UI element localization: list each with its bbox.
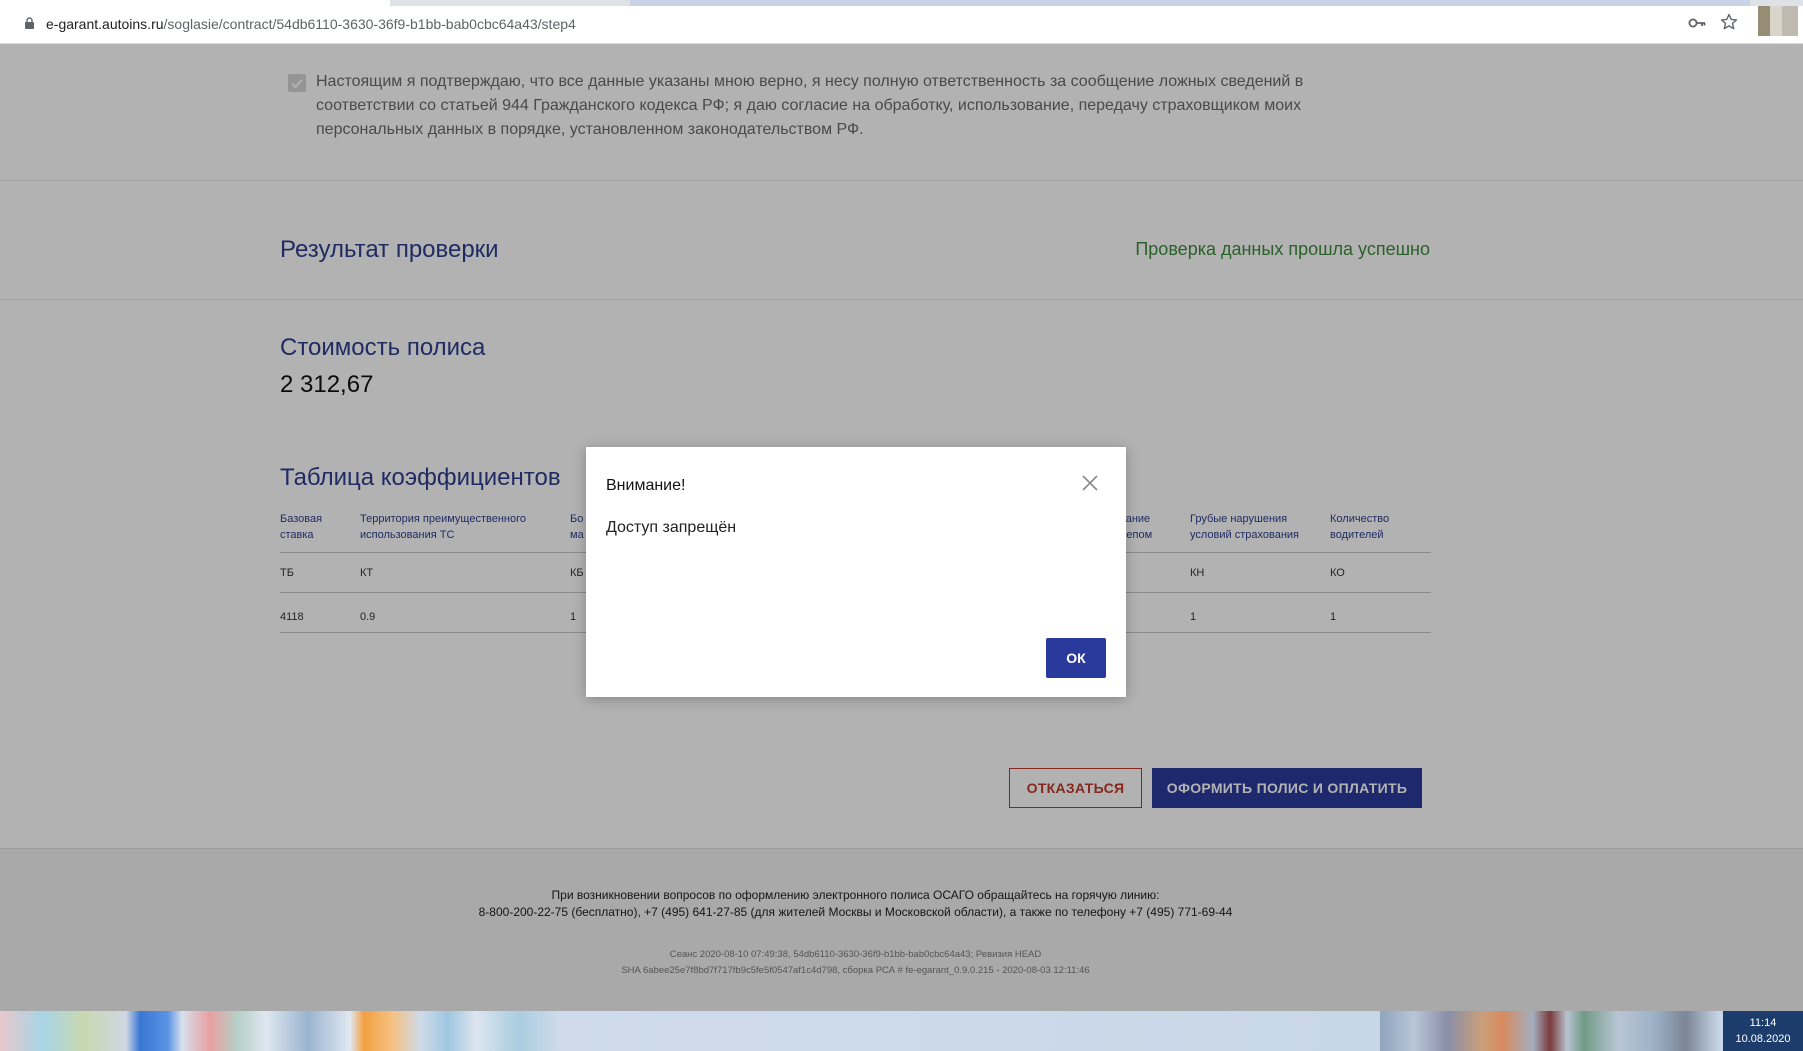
taskbar-apps[interactable] xyxy=(0,1011,1400,1051)
clock-time: 11:14 xyxy=(1749,1017,1777,1029)
close-button[interactable] xyxy=(1080,473,1100,493)
alert-dialog: Внимание! Доступ запрещён ОК xyxy=(586,447,1126,697)
url-path: /soglasie/contract/54db6110-3630-36f9-b1… xyxy=(163,16,576,32)
taskbar: 11:14 10.08.2020 xyxy=(0,1011,1803,1051)
dialog-message: Доступ запрещён xyxy=(606,519,737,536)
browser-address-bar: e-garant.autoins.ru/soglasie/contract/54… xyxy=(0,0,1803,44)
url-host: e-garant.autoins.ru xyxy=(46,16,164,32)
blurred-tab[interactable] xyxy=(630,0,1750,6)
lock-icon[interactable] xyxy=(24,17,35,29)
tab-strip xyxy=(0,0,1803,6)
system-clock[interactable]: 11:14 10.08.2020 xyxy=(1723,1011,1803,1051)
active-tab[interactable] xyxy=(0,0,390,6)
profile-avatar[interactable] xyxy=(1758,6,1798,36)
url-field[interactable]: e-garant.autoins.ru/soglasie/contract/54… xyxy=(46,16,576,32)
dialog-title: Внимание! xyxy=(606,477,686,494)
clock-date: 10.08.2020 xyxy=(1735,1033,1791,1045)
key-icon[interactable] xyxy=(1688,15,1706,31)
ok-button[interactable]: ОК xyxy=(1046,638,1106,678)
tray-icons[interactable] xyxy=(1380,1011,1720,1051)
star-icon[interactable] xyxy=(1720,13,1738,31)
close-icon xyxy=(1082,475,1098,491)
modal-overlay[interactable]: Внимание! Доступ запрещён ОК xyxy=(0,44,1803,1011)
